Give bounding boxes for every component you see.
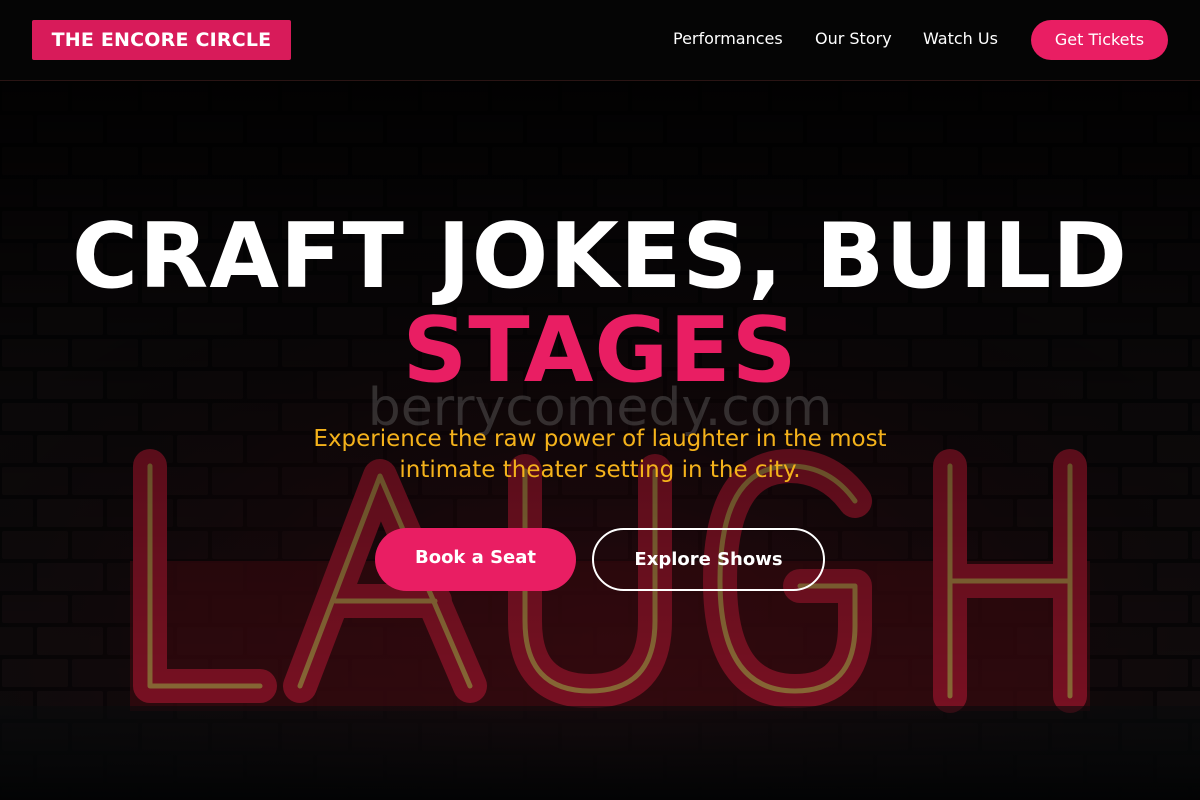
hero-headline: CRAFT JOKES, BUILD <box>72 204 1128 309</box>
site-header: THE ENCORE CIRCLE Performances Our Story… <box>0 0 1200 81</box>
brand-logo[interactable]: THE ENCORE CIRCLE <box>32 20 291 60</box>
explore-shows-button[interactable]: Explore Shows <box>592 528 825 591</box>
nav-link-our-story[interactable]: Our Story <box>815 29 892 49</box>
hero-headline-accent: STAGES <box>402 298 798 403</box>
get-tickets-button[interactable]: Get Tickets <box>1031 20 1168 60</box>
nav-link-watch-us[interactable]: Watch Us <box>923 29 998 49</box>
hero-subtitle: Experience the raw power of laughter in … <box>313 426 887 483</box>
nav-link-performances[interactable]: Performances <box>673 29 783 49</box>
book-a-seat-button[interactable]: Book a Seat <box>375 528 576 591</box>
